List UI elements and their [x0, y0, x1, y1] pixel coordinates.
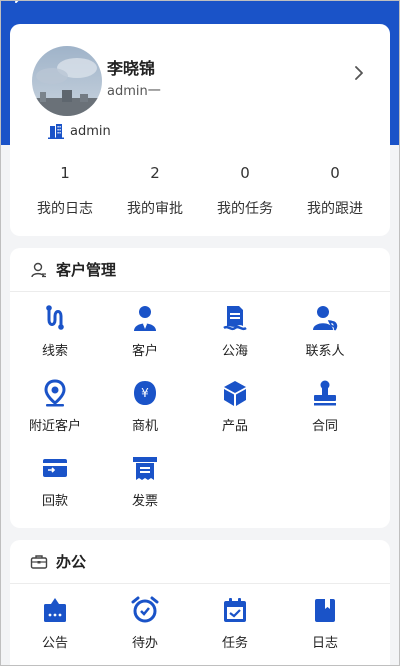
announcement-icon — [44, 598, 66, 622]
customer-icon — [134, 306, 156, 331]
opportunity-icon: ¥ — [134, 381, 156, 405]
tile-invoices[interactable]: 发票 — [100, 442, 190, 517]
tile-label: 联系人 — [305, 344, 345, 359]
tile-label: 公海 — [221, 344, 248, 359]
stat-label: 我的审批 — [127, 201, 183, 217]
avatar[interactable] — [32, 46, 102, 116]
product-box-icon — [224, 381, 246, 406]
clue-icon — [46, 305, 64, 330]
contact-icon — [313, 306, 338, 331]
section-header: 客户管理 — [10, 248, 390, 292]
tile-payments[interactable]: 回款 — [10, 442, 100, 517]
tile-label: 产品 — [221, 419, 248, 434]
stat-value: 1 — [60, 164, 70, 182]
org-row: admin — [48, 121, 111, 141]
stat-label: 我的任务 — [217, 201, 273, 217]
calendar-task-icon — [224, 598, 246, 622]
tile-customers[interactable]: 客户 — [100, 292, 190, 367]
tile-label: 线索 — [41, 344, 68, 359]
stat-value: 0 — [240, 164, 250, 182]
tile-label: 客户 — [131, 344, 158, 359]
stats-row: 1 我的日志 2 我的审批 0 我的任务 0 我的跟进 — [10, 164, 390, 218]
tile-logs[interactable]: 日志 — [280, 584, 370, 659]
stat-label: 我的日志 — [37, 201, 93, 217]
customer-grid: 线索 客户 公海 联系人 附近客户 ¥ 商机 产品 合同 回款 发票 — [10, 292, 390, 517]
section-title: 办公 — [56, 553, 87, 571]
chevron-right-icon[interactable] — [352, 66, 366, 80]
invoice-icon — [133, 457, 157, 480]
tile-opportunities[interactable]: ¥ 商机 — [100, 367, 190, 442]
alarm-clock-icon — [131, 596, 159, 623]
tile-contacts[interactable]: 联系人 — [280, 292, 370, 367]
back-arrow-icon[interactable] — [12, 0, 28, 10]
user-name: 李晓锦 — [107, 59, 156, 78]
tile-products[interactable]: 产品 — [190, 367, 280, 442]
office-section: 办公 公告 待办 任务 日志 — [10, 540, 390, 666]
section-title: 客户管理 — [56, 261, 117, 279]
tile-tasks[interactable]: 任务 — [190, 584, 280, 659]
tile-label: 公告 — [41, 636, 68, 651]
section-header: 办公 — [10, 540, 390, 584]
tile-label: 发票 — [131, 494, 158, 509]
tile-announcements[interactable]: 公告 — [10, 584, 100, 659]
tile-label: 任务 — [221, 636, 248, 651]
org-name: admin — [70, 123, 111, 139]
contract-stamp-icon — [314, 380, 336, 406]
tile-todo[interactable]: 待办 — [100, 584, 190, 659]
tile-public-pool[interactable]: 公海 — [190, 292, 280, 367]
stat-my-tasks[interactable]: 0 我的任务 — [200, 164, 290, 218]
tile-nearby-customers[interactable]: 附近客户 — [10, 367, 100, 442]
tile-label: 回款 — [41, 494, 68, 509]
briefcase-icon — [30, 554, 48, 569]
tile-contracts[interactable]: 合同 — [280, 367, 370, 442]
tile-label: 日志 — [311, 636, 338, 651]
stat-value: 0 — [330, 164, 340, 182]
svg-text:¥: ¥ — [141, 386, 149, 400]
payment-card-icon — [43, 459, 67, 477]
office-grid: 公告 待办 任务 日志 — [10, 584, 390, 659]
user-role: admin一 — [107, 84, 161, 99]
customer-management-section: 客户管理 线索 客户 公海 联系人 附近客户 ¥ 商机 产品 合同 回款 发票 — [10, 248, 390, 528]
log-book-icon — [315, 599, 335, 622]
stat-my-logs[interactable]: 1 我的日志 — [20, 164, 110, 218]
tile-label: 附近客户 — [28, 419, 81, 434]
tile-clues[interactable]: 线索 — [10, 292, 100, 367]
tile-label: 商机 — [131, 419, 158, 434]
profile-card[interactable]: 李晓锦 admin一 admin 1 我的日志 2 我的审批 0 我的任务 0 … — [10, 24, 390, 236]
building-icon — [48, 124, 64, 139]
person-outline-icon — [31, 262, 46, 277]
tile-label: 待办 — [131, 636, 158, 651]
public-pool-icon — [223, 306, 247, 331]
stat-my-approvals[interactable]: 2 我的审批 — [110, 164, 200, 218]
location-pin-icon — [44, 379, 66, 407]
stat-my-followups[interactable]: 0 我的跟进 — [290, 164, 380, 218]
stat-value: 2 — [150, 164, 160, 182]
tile-label: 合同 — [311, 419, 338, 434]
stat-label: 我的跟进 — [307, 201, 363, 217]
